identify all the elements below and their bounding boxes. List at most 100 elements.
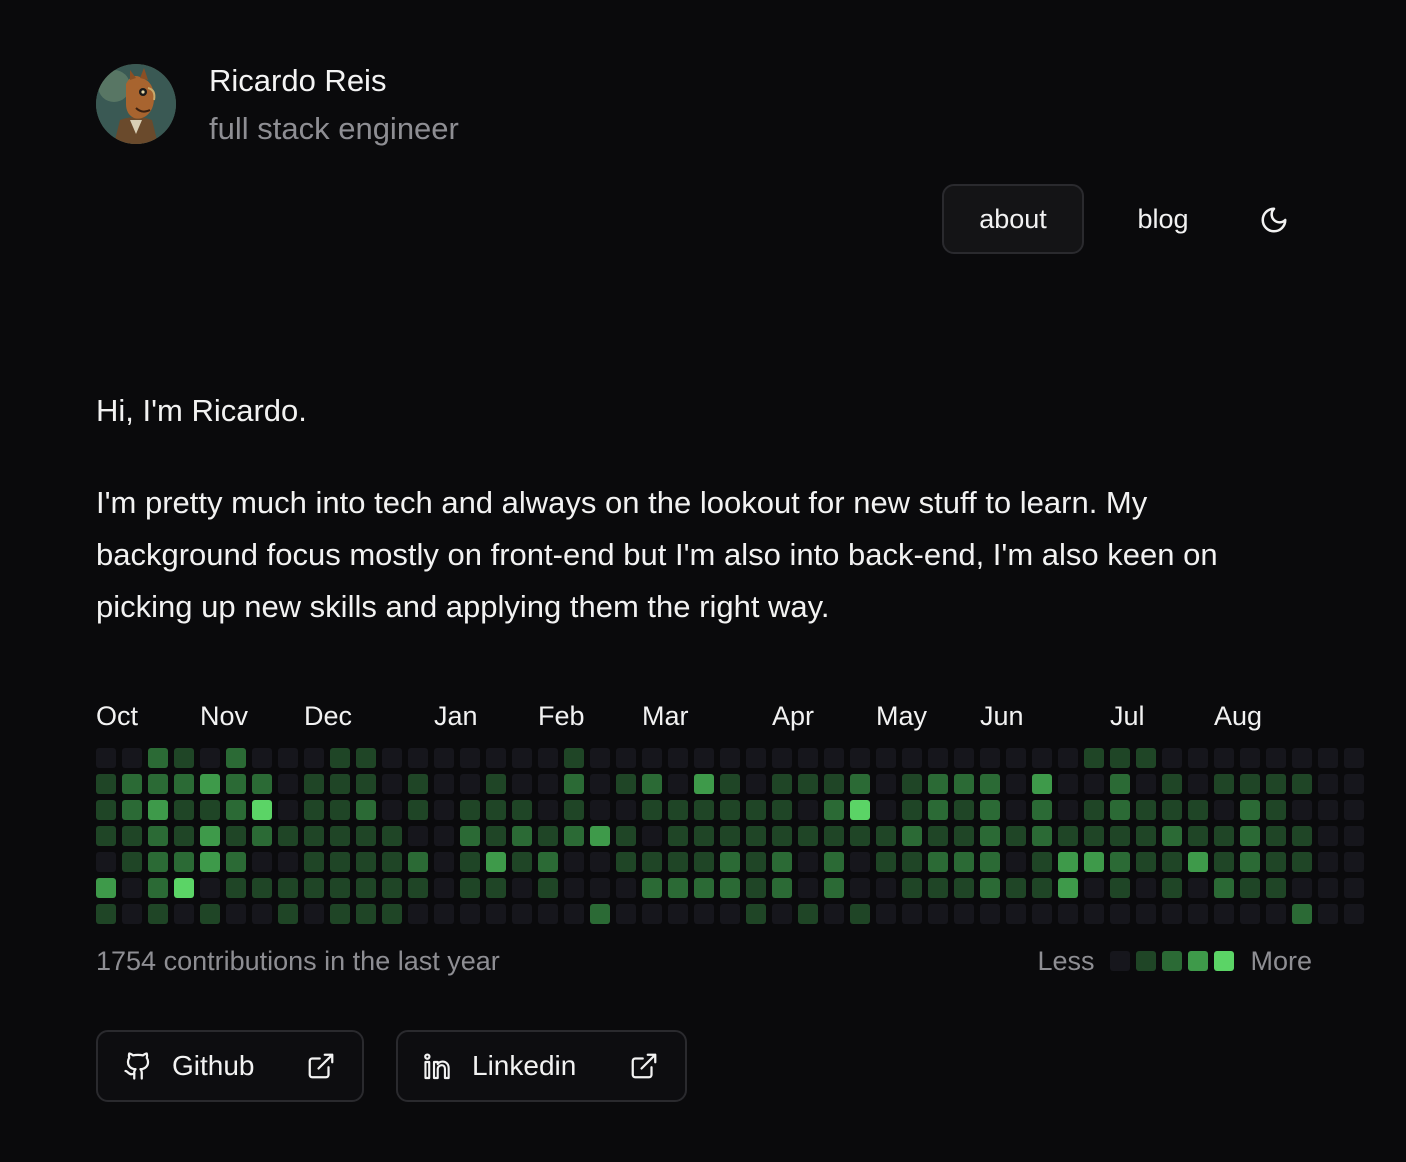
- contribution-day-cell: [1344, 878, 1364, 898]
- contribution-day-cell: [1136, 774, 1156, 794]
- contribution-day-cell: [980, 852, 1000, 872]
- linkedin-link-button[interactable]: Linkedin: [396, 1030, 687, 1102]
- contribution-day-cell: [252, 878, 272, 898]
- contribution-day-cell: [1240, 748, 1260, 768]
- contribution-day-cell: [954, 748, 974, 768]
- legend-swatch: [1214, 951, 1235, 971]
- contribution-day-cell: [1136, 748, 1156, 768]
- contribution-day-cell: [798, 748, 818, 768]
- contribution-day-cell: [720, 904, 740, 924]
- contribution-day-cell: [1292, 826, 1312, 846]
- contribution-day-cell: [928, 826, 948, 846]
- contribution-day-cell: [876, 800, 896, 820]
- month-label: Feb: [538, 701, 585, 731]
- contribution-day-cell: [200, 800, 220, 820]
- contribution-day-cell: [408, 852, 428, 872]
- contribution-day-cell: [538, 904, 558, 924]
- contribution-day-cell: [538, 774, 558, 794]
- contribution-day-cell: [798, 904, 818, 924]
- contribution-day-cell: [148, 852, 168, 872]
- month-label: Dec: [304, 701, 353, 731]
- contribution-day-cell: [200, 774, 220, 794]
- contribution-day-cell: [408, 748, 428, 768]
- contribution-day-cell: [96, 904, 116, 924]
- contribution-day-cell: [1344, 800, 1364, 820]
- contribution-day-cell: [590, 748, 610, 768]
- legend-less-label: Less: [1037, 945, 1095, 976]
- github-link-button[interactable]: Github: [96, 1030, 364, 1102]
- nav-about-link[interactable]: about: [942, 184, 1084, 254]
- contribution-day-cell: [330, 878, 350, 898]
- contribution-graph: [96, 748, 1364, 924]
- contribution-day-cell: [278, 826, 298, 846]
- contribution-day-cell: [460, 748, 480, 768]
- contribution-day-cell: [668, 748, 688, 768]
- contribution-day-cell: [616, 826, 636, 846]
- contribution-day-cell: [1162, 852, 1182, 872]
- contribution-day-cell: [486, 748, 506, 768]
- contribution-day-cell: [746, 852, 766, 872]
- contribution-day-cell: [1110, 878, 1130, 898]
- contribution-day-cell: [304, 774, 324, 794]
- month-label: Aug: [1214, 701, 1263, 731]
- contribution-day-cell: [330, 748, 350, 768]
- contribution-day-cell: [668, 800, 688, 820]
- contribution-day-cell: [278, 852, 298, 872]
- contribution-day-cell: [1058, 826, 1078, 846]
- contribution-day-cell: [122, 826, 142, 846]
- contribution-day-cell: [694, 748, 714, 768]
- avatar: [96, 64, 176, 144]
- contribution-day-cell: [1240, 826, 1260, 846]
- legend-swatch: [1136, 951, 1157, 971]
- contribution-day-cell: [590, 904, 610, 924]
- contribution-day-cell: [668, 878, 688, 898]
- contribution-day-cell: [252, 800, 272, 820]
- contribution-day-cell: [96, 774, 116, 794]
- contribution-day-cell: [850, 826, 870, 846]
- contribution-day-cell: [1084, 826, 1104, 846]
- contribution-day-cell: [746, 774, 766, 794]
- contribution-day-cell: [564, 800, 584, 820]
- contribution-day-cell: [1214, 826, 1234, 846]
- contribution-day-cell: [1188, 800, 1208, 820]
- contribution-day-cell: [1006, 800, 1026, 820]
- contribution-day-cell: [486, 852, 506, 872]
- contribution-day-cell: [980, 826, 1000, 846]
- month-label: Nov: [200, 701, 249, 731]
- contribution-day-cell: [1084, 878, 1104, 898]
- contribution-day-cell: [1058, 748, 1078, 768]
- contribution-day-cell: [96, 748, 116, 768]
- contribution-day-cell: [1032, 878, 1052, 898]
- contribution-day-cell: [746, 826, 766, 846]
- contribution-day-cell: [902, 774, 922, 794]
- contribution-day-cell: [1032, 800, 1052, 820]
- contribution-day-cell: [382, 852, 402, 872]
- contribution-day-cell: [1188, 748, 1208, 768]
- github-icon: [122, 1050, 154, 1082]
- contribution-day-cell: [1292, 800, 1312, 820]
- nav-blog-link[interactable]: blog: [1112, 184, 1214, 254]
- contribution-day-cell: [928, 800, 948, 820]
- contribution-day-cell: [304, 826, 324, 846]
- contribution-day-cell: [460, 878, 480, 898]
- contribution-day-cell: [1292, 774, 1312, 794]
- theme-toggle-button[interactable]: [1246, 192, 1302, 248]
- contribution-day-cell: [902, 852, 922, 872]
- contribution-day-cell: [746, 748, 766, 768]
- contribution-day-cell: [1162, 904, 1182, 924]
- contribution-day-cell: [746, 904, 766, 924]
- contribution-day-cell: [200, 826, 220, 846]
- contribution-day-cell: [1318, 852, 1338, 872]
- contribution-day-cell: [902, 878, 922, 898]
- contribution-day-cell: [642, 878, 662, 898]
- contribution-day-cell: [1162, 800, 1182, 820]
- contribution-day-cell: [1162, 774, 1182, 794]
- contribution-day-cell: [1344, 826, 1364, 846]
- contribution-day-cell: [928, 878, 948, 898]
- contribution-day-cell: [616, 774, 636, 794]
- contribution-day-cell: [564, 878, 584, 898]
- contribution-day-cell: [1318, 904, 1338, 924]
- contribution-day-cell: [174, 878, 194, 898]
- contribution-day-cell: [1318, 826, 1338, 846]
- contribution-day-cell: [122, 852, 142, 872]
